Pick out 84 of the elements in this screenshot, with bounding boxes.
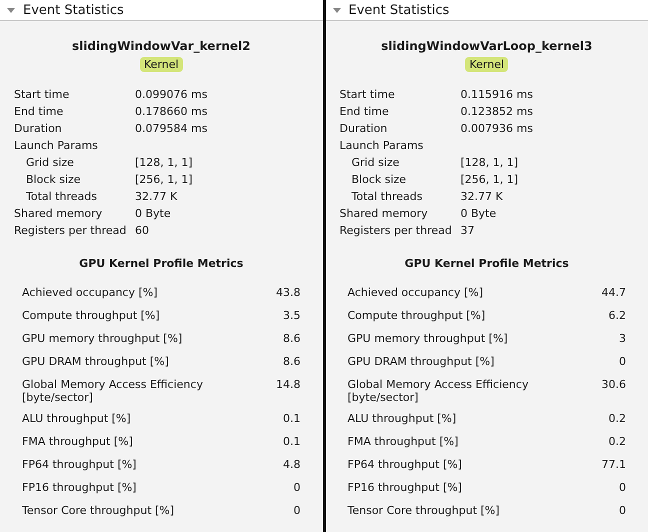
metric-value: 43.8 [276, 286, 300, 299]
property-value: 37 [460, 224, 474, 237]
property-label: Registers per thread [14, 224, 128, 237]
metric-value: 0 [294, 481, 300, 494]
property-value: 0.123852 ms [460, 105, 533, 118]
metrics-title: GPU Kernel Profile Metrics [78, 257, 244, 270]
kernel-name: slidingWindowVar_kernel2 [70, 39, 252, 53]
property-label: Grid size [25, 156, 75, 169]
property-value: 60 [135, 224, 149, 237]
metric-label: GPU DRAM throughput [%] [348, 355, 494, 368]
section-header[interactable]: Event Statistics [326, 0, 648, 21]
metric-value: 0.2 [608, 412, 626, 425]
property-label: Block size [350, 173, 408, 186]
metric-value: 0 [619, 355, 626, 368]
metric-value: 14.8 [276, 378, 300, 391]
metric-value: 8.6 [283, 332, 300, 345]
property-label: Duration [340, 122, 388, 135]
collapse-icon [7, 8, 15, 12]
property-label: Block size [25, 173, 82, 186]
property-value: [256, 1, 1] [460, 173, 518, 186]
property-label: Shared memory [340, 207, 429, 220]
property-label: Total threads [25, 190, 98, 203]
metric-label: Tensor Core throughput [%] [348, 504, 500, 517]
property-value: 32.77 K [460, 190, 503, 203]
metric-value: 8.6 [283, 355, 300, 368]
metric-label: Achieved occupancy [%] [348, 286, 484, 299]
metric-value: 0.1 [283, 412, 300, 425]
metric-value: 6.2 [608, 309, 626, 322]
property-label: Start time [340, 88, 396, 101]
metric-label: ALU throughput [%] [22, 412, 131, 425]
metric-label: Global Memory Access Efficiency [byte/sector] [22, 378, 204, 404]
property-label: Launch Params [340, 139, 424, 152]
property-value: 0.178660 ms [135, 105, 208, 118]
property-label: Shared memory [14, 207, 104, 220]
property-value: [128, 1, 1] [460, 156, 518, 169]
metric-value: 0.1 [283, 435, 300, 448]
kernel-tag: Kernel [465, 57, 508, 72]
collapse-icon [332, 8, 340, 12]
metric-value: 44.7 [602, 286, 626, 299]
property-value: 32.77 K [135, 190, 178, 203]
property-label: Grid size [350, 156, 400, 169]
kernel-name: slidingWindowVarLoop_kernel3 [380, 39, 594, 53]
metric-label: FP64 throughput [%] [348, 458, 462, 471]
metrics-title: GPU Kernel Profile Metrics [404, 257, 570, 270]
property-value: 0 Byte [460, 207, 496, 220]
property-label: Total threads [350, 190, 424, 203]
section-header[interactable]: Event Statistics [0, 0, 322, 21]
metric-value: 0 [294, 504, 300, 517]
metric-label: GPU DRAM throughput [%] [22, 355, 169, 368]
metric-label: GPU memory throughput [%] [22, 332, 182, 345]
metric-value: 0.2 [608, 435, 626, 448]
property-label: Launch Params [14, 139, 99, 152]
property-value: 0.099076 ms [135, 88, 208, 101]
metric-label: ALU throughput [%] [348, 412, 456, 425]
metric-value: 30.6 [602, 378, 626, 391]
metric-label: FMA throughput [%] [22, 435, 133, 448]
property-value: 0.079584 ms [135, 122, 208, 135]
metric-label: GPU memory throughput [%] [348, 332, 508, 345]
metric-label: FP64 throughput [%] [22, 458, 136, 471]
metric-label: Achieved occupancy [%] [22, 286, 158, 299]
property-label: Registers per thread [340, 224, 453, 237]
property-label: Duration [14, 122, 63, 135]
property-value: 0.007936 ms [460, 122, 533, 135]
metric-value: 4.8 [283, 458, 300, 471]
metric-label: FMA throughput [%] [348, 435, 458, 448]
property-label: End time [14, 105, 64, 118]
metric-value: 3 [619, 332, 626, 345]
metric-label: FP16 throughput [%] [348, 481, 462, 494]
metric-value: 77.1 [602, 458, 626, 471]
property-value: 0 Byte [135, 207, 171, 220]
property-label: End time [340, 105, 390, 118]
property-value: 0.115916 ms [460, 88, 533, 101]
property-value: [256, 1, 1] [135, 173, 193, 186]
property-value: [128, 1, 1] [135, 156, 193, 169]
metric-value: 0 [619, 481, 626, 494]
metric-value: 3.5 [283, 309, 300, 322]
metric-label: Compute throughput [%] [348, 309, 486, 322]
metric-label: Tensor Core throughput [%] [22, 504, 174, 517]
property-label: Start time [14, 88, 70, 101]
metric-label: FP16 throughput [%] [22, 481, 136, 494]
kernel-tag: Kernel [140, 57, 183, 72]
metric-label: Compute throughput [%] [22, 309, 160, 322]
metric-label: Global Memory Access Efficiency [byte/sector] [348, 378, 530, 404]
metric-value: 0 [619, 504, 626, 517]
